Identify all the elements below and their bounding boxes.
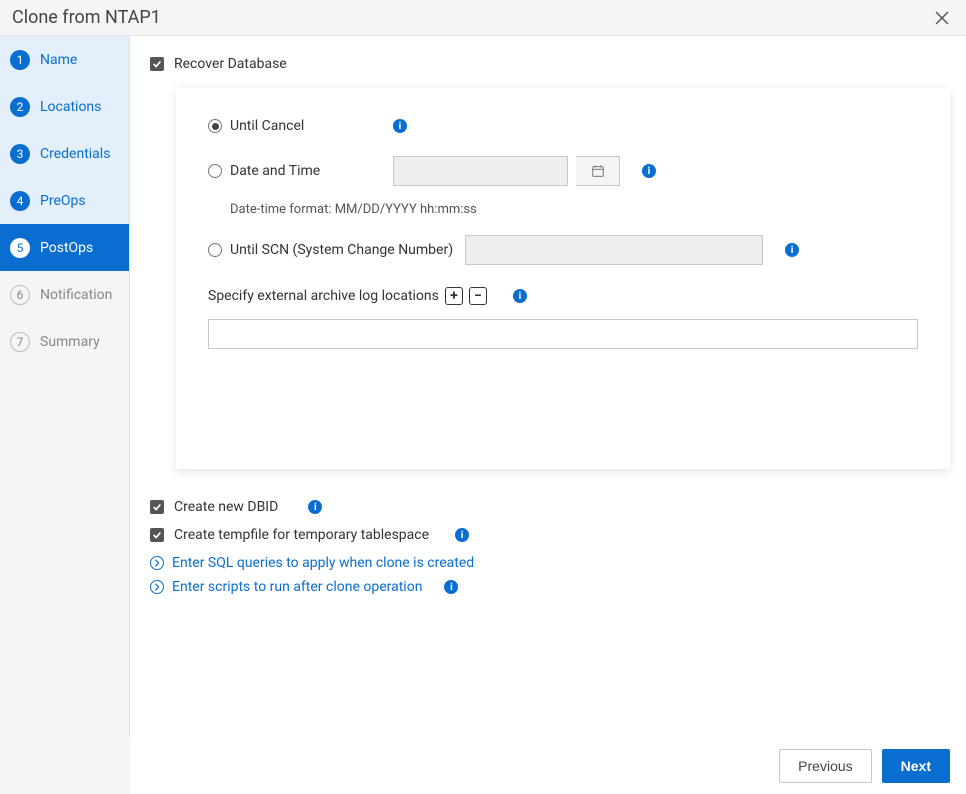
step-number: 6 <box>10 285 30 305</box>
recover-database-label: Recover Database <box>174 56 287 72</box>
info-icon[interactable]: i <box>308 500 322 514</box>
sidebar-step-credentials[interactable]: 3 Credentials <box>0 130 129 177</box>
step-number: 5 <box>10 238 30 258</box>
previous-button[interactable]: Previous <box>779 749 871 783</box>
sql-queries-label: Enter SQL queries to apply when clone is… <box>172 555 474 571</box>
step-number: 1 <box>10 50 30 70</box>
calendar-icon[interactable] <box>576 156 620 186</box>
next-button[interactable]: Next <box>882 749 950 783</box>
remove-icon[interactable]: − <box>469 287 487 305</box>
archive-label: Specify external archive log locations <box>208 288 439 304</box>
date-time-label: Date and Time <box>230 163 385 179</box>
until-cancel-radio[interactable] <box>208 119 222 133</box>
sidebar-step-notification[interactable]: 6 Notification <box>0 271 129 318</box>
step-number: 7 <box>10 332 30 352</box>
archive-location-input[interactable] <box>208 319 918 349</box>
sidebar-step-postops[interactable]: 5 PostOps <box>0 224 129 271</box>
sidebar-step-name[interactable]: 1 Name <box>0 36 129 83</box>
info-icon[interactable]: i <box>444 580 458 594</box>
until-scn-radio[interactable] <box>208 243 222 257</box>
step-label: Notification <box>40 287 112 303</box>
date-time-input[interactable] <box>393 156 568 186</box>
until-scn-label: Until SCN (System Change Number) <box>230 242 453 258</box>
step-label: PostOps <box>40 240 93 256</box>
wizard-sidebar: 1 Name 2 Locations 3 Credentials 4 PreOps 5 PostO… <box>0 36 130 738</box>
date-time-radio[interactable] <box>208 164 222 178</box>
create-tempfile-checkbox[interactable] <box>150 528 164 542</box>
sql-queries-link[interactable]: Enter SQL queries to apply when clone is… <box>150 555 950 571</box>
date-time-hint: Date-time format: MM/DD/YYYY hh:mm:ss <box>230 202 918 217</box>
info-icon[interactable]: i <box>785 243 799 257</box>
dialog-title: Clone from NTAP1 <box>12 7 932 28</box>
scn-input[interactable] <box>465 235 763 265</box>
step-label: Locations <box>40 99 101 115</box>
info-icon[interactable]: i <box>393 119 407 133</box>
chevron-right-icon <box>150 580 164 594</box>
info-icon[interactable]: i <box>513 289 527 303</box>
step-label: Name <box>40 52 77 68</box>
info-icon[interactable]: i <box>642 164 656 178</box>
titlebar: Clone from NTAP1 <box>0 0 966 35</box>
scripts-label: Enter scripts to run after clone operati… <box>172 579 422 595</box>
chevron-right-icon <box>150 556 164 570</box>
create-dbid-label: Create new DBID <box>174 499 278 515</box>
step-number: 4 <box>10 191 30 211</box>
recover-options-panel: Until Cancel i Date and Time i Date-time… <box>176 88 950 469</box>
sidebar-step-summary[interactable]: 7 Summary <box>0 318 129 365</box>
footer: Previous Next <box>130 738 966 794</box>
step-label: Credentials <box>40 146 110 162</box>
scripts-link[interactable]: Enter scripts to run after clone operati… <box>150 579 950 595</box>
step-number: 3 <box>10 144 30 164</box>
add-icon[interactable]: + <box>445 287 463 305</box>
sidebar-step-preops[interactable]: 4 PreOps <box>0 177 129 224</box>
until-cancel-label: Until Cancel <box>230 118 385 134</box>
info-icon[interactable]: i <box>455 528 469 542</box>
step-number: 2 <box>10 97 30 117</box>
main-panel: Recover Database Until Cancel i Date and… <box>130 36 966 738</box>
step-label: Summary <box>40 334 100 350</box>
create-dbid-checkbox[interactable] <box>150 500 164 514</box>
recover-database-checkbox[interactable] <box>150 57 164 71</box>
sidebar-step-locations[interactable]: 2 Locations <box>0 83 129 130</box>
step-label: PreOps <box>40 193 86 209</box>
close-icon[interactable] <box>932 8 952 28</box>
create-tempfile-label: Create tempfile for temporary tablespace <box>174 527 429 543</box>
